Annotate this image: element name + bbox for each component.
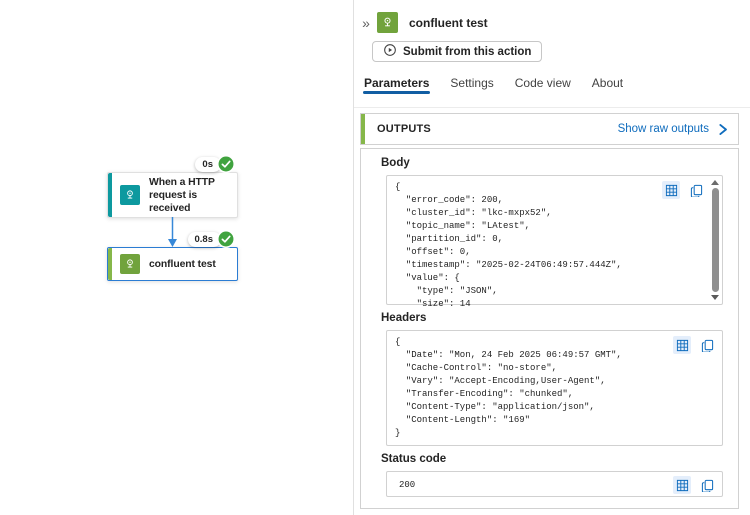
copy-icon[interactable] bbox=[698, 336, 716, 354]
table-view-icon[interactable] bbox=[673, 476, 691, 494]
table-view-icon[interactable] bbox=[662, 181, 680, 199]
flow-canvas: When a HTTP request is received 0s confl… bbox=[0, 0, 353, 515]
body-output-box: { "error_code": 200, "cluster_id": "lkc-… bbox=[386, 175, 723, 309]
status-code-label: Status code bbox=[381, 453, 447, 465]
tab-parameters[interactable]: Parameters bbox=[363, 76, 431, 98]
trigger-accent-bar bbox=[108, 173, 112, 217]
panel-title: confluent test bbox=[409, 15, 488, 30]
kafka-connector-icon bbox=[120, 254, 140, 274]
submit-button-label: Submit from this action bbox=[403, 45, 532, 58]
action-duration: 0.8s bbox=[187, 231, 221, 247]
chevron-right-icon bbox=[719, 123, 727, 135]
node-http-request-trigger[interactable]: When a HTTP request is received 0s bbox=[107, 155, 238, 218]
tab-code-view[interactable]: Code view bbox=[514, 76, 572, 98]
body-scrollbar bbox=[709, 177, 721, 303]
body-label: Body bbox=[381, 157, 410, 169]
scroll-down-icon[interactable] bbox=[711, 295, 719, 300]
success-check-icon bbox=[217, 155, 235, 173]
show-raw-outputs-link[interactable]: Show raw outputs bbox=[618, 123, 738, 136]
action-run-badge: 0.8s bbox=[187, 230, 236, 248]
scroll-up-icon[interactable] bbox=[711, 180, 719, 185]
http-request-trigger-icon bbox=[120, 185, 140, 205]
tab-settings[interactable]: Settings bbox=[449, 76, 494, 98]
trigger-node-label: When a HTTP request is received bbox=[149, 176, 215, 214]
submit-from-action-button[interactable]: Submit from this action bbox=[372, 41, 543, 62]
collapse-panel-icon[interactable]: » bbox=[359, 16, 373, 30]
kafka-connector-icon bbox=[377, 12, 398, 33]
show-raw-outputs-label: Show raw outputs bbox=[617, 123, 709, 135]
success-check-icon bbox=[217, 230, 235, 248]
outputs-title: OUTPUTS bbox=[377, 123, 431, 135]
copy-icon[interactable] bbox=[687, 181, 705, 199]
node-confluent-test[interactable]: confluent test 0.8s bbox=[107, 230, 238, 281]
tab-about[interactable]: About bbox=[591, 76, 624, 98]
copy-icon[interactable] bbox=[698, 476, 716, 494]
tab-bar: Parameters Settings Code view About bbox=[363, 76, 750, 98]
headers-json-value: { "Date": "Mon, 24 Feb 2025 06:49:57 GMT… bbox=[395, 337, 622, 438]
outputs-section-header: OUTPUTS Show raw outputs bbox=[360, 113, 739, 145]
trigger-run-badge: 0s bbox=[195, 155, 235, 173]
outputs-accent-bar bbox=[361, 114, 365, 144]
panel-header: » confluent test bbox=[359, 12, 742, 33]
headers-output-box: { "Date": "Mon, 24 Feb 2025 06:49:57 GMT… bbox=[386, 330, 723, 446]
status-code-value: 200 bbox=[399, 480, 416, 490]
table-view-icon[interactable] bbox=[673, 336, 691, 354]
scrollbar-thumb[interactable] bbox=[711, 188, 719, 292]
action-node-label: confluent test bbox=[149, 258, 216, 270]
connector-arrow-icon bbox=[168, 217, 177, 247]
status-code-box: 200 bbox=[386, 471, 723, 497]
resubmit-icon bbox=[383, 43, 397, 60]
tabs-divider bbox=[354, 107, 750, 108]
action-accent-bar bbox=[108, 248, 112, 280]
action-details-panel: » confluent test Submit from this action… bbox=[353, 0, 750, 515]
outputs-card: Body { "error_code": 200, "cluster_id": … bbox=[360, 148, 739, 509]
